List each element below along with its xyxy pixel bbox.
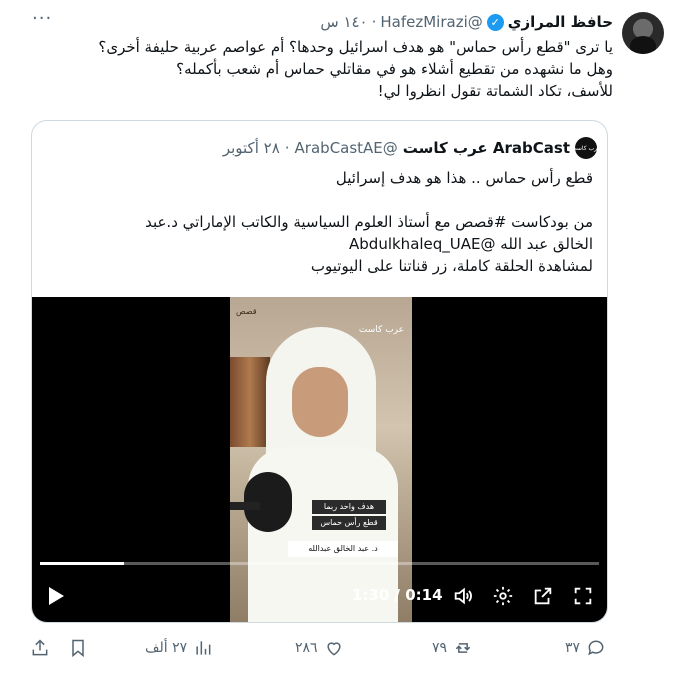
tweet-text-line: وهل ما نشهده من تقطيع أشلاء هو في مقاتلي… [176, 60, 613, 78]
verified-badge-icon: ✓ [486, 13, 504, 31]
views-button[interactable]: ٢٧ ألف [145, 638, 213, 658]
separator-dot: · [371, 13, 377, 31]
quoted-text-line: الخالق عبد الله @Abdulkhaleq_UAE [349, 235, 593, 253]
tweet-header: حافظ المرازي ✓ @HafezMirazi · ١٤٠ س [320, 10, 613, 34]
action-bar: ٢٧ ألف ٢٨٦ ٧٩ ٣٧ [0, 636, 675, 664]
views-count: ٢٧ ألف [145, 640, 188, 656]
video-overlay-title: قصص [236, 307, 257, 316]
likes-count: ٢٨٦ [295, 640, 318, 656]
quoted-author-name[interactable]: ArabCast عرب كاست [403, 139, 570, 157]
play-icon[interactable] [49, 587, 64, 605]
video-controls: 1:30 / 0:14 [32, 581, 607, 613]
quoted-text: قطع رأس حماس .. هذا هو هدف إسرائيل من بو… [43, 167, 593, 277]
settings-gear-icon[interactable] [492, 585, 514, 607]
video-frame[interactable]: قصص عرب كاست هدف واحد ربما قطع رأس حماس … [230, 297, 412, 622]
fullscreen-icon[interactable] [572, 585, 594, 607]
bookmark-icon [72, 639, 84, 658]
quoted-text-line: لمشاهدة الحلقة كاملة، زر قناتنا على اليو… [310, 257, 593, 275]
progress-fill [40, 562, 124, 565]
pop-out-icon[interactable] [532, 585, 554, 607]
tweet-text-line: للأسف، تكاد الشماتة تقول انظروا لي! [377, 82, 613, 100]
share-icon [32, 639, 48, 656]
quoted-tweet[interactable]: عرب كاست ArabCast عرب كاست @ArabCastAE ·… [31, 120, 608, 623]
retweet-button[interactable]: ٧٩ [432, 638, 473, 658]
speaker-name-plate: د. عبد الخالق عبدالله [288, 541, 398, 557]
reply-icon [588, 640, 604, 656]
speaker-face [292, 367, 348, 437]
tweet-text-line: يا ترى "قطع رأس حماس" هو هدف اسرائيل وحد… [98, 38, 613, 56]
tweet-text: يا ترى "قطع رأس حماس" هو هدف اسرائيل وحد… [23, 36, 613, 102]
author-handle[interactable]: @HafezMirazi [380, 13, 482, 31]
quoted-author-handle[interactable]: @ArabCastAE [295, 139, 398, 157]
quoted-time[interactable]: ٢٨ أكتوبر [223, 139, 280, 157]
more-dots-icon[interactable]: ··· [32, 8, 52, 29]
reply-button[interactable]: ٣٧ [565, 638, 606, 658]
avatar[interactable] [622, 12, 664, 54]
quoted-text-line: من بودكاست #قصص مع أستاذ العلوم السياسية… [145, 213, 593, 231]
microphone-arm [230, 502, 260, 510]
progress-bar[interactable] [40, 562, 599, 565]
video-banner-2: قطع رأس حماس [312, 516, 386, 530]
bookmark-button[interactable] [68, 638, 88, 658]
views-chart-icon [196, 641, 211, 655]
author-name[interactable]: حافظ المرازي [508, 13, 613, 31]
quoted-text-line: قطع رأس حماس .. هذا هو هدف إسرائيل [335, 169, 593, 187]
heart-icon [326, 642, 341, 656]
quoted-text-spacer [43, 189, 593, 211]
retweets-count: ٧٩ [432, 640, 448, 656]
tweet-time[interactable]: ١٤٠ س [320, 13, 367, 31]
tweet: حافظ المرازي ✓ @HafezMirazi · ١٤٠ س ··· … [0, 0, 675, 679]
bookshelf [230, 357, 270, 447]
like-button[interactable]: ٢٨٦ [295, 638, 344, 658]
volume-icon[interactable] [452, 585, 474, 607]
video-time: 1:30 / 0:14 [352, 586, 443, 604]
video-player[interactable]: قصص عرب كاست هدف واحد ربما قطع رأس حماس … [32, 297, 607, 622]
video-banner-1: هدف واحد ربما [312, 500, 386, 514]
quoted-avatar[interactable]: عرب كاست [571, 137, 601, 159]
separator-dot: · [284, 139, 290, 157]
share-button[interactable] [30, 638, 50, 658]
replies-count: ٣٧ [565, 640, 581, 656]
retweet-icon [455, 643, 471, 653]
quoted-header: عرب كاست ArabCast عرب كاست @ArabCastAE ·… [223, 137, 601, 159]
channel-logo: عرب كاست [358, 325, 404, 335]
